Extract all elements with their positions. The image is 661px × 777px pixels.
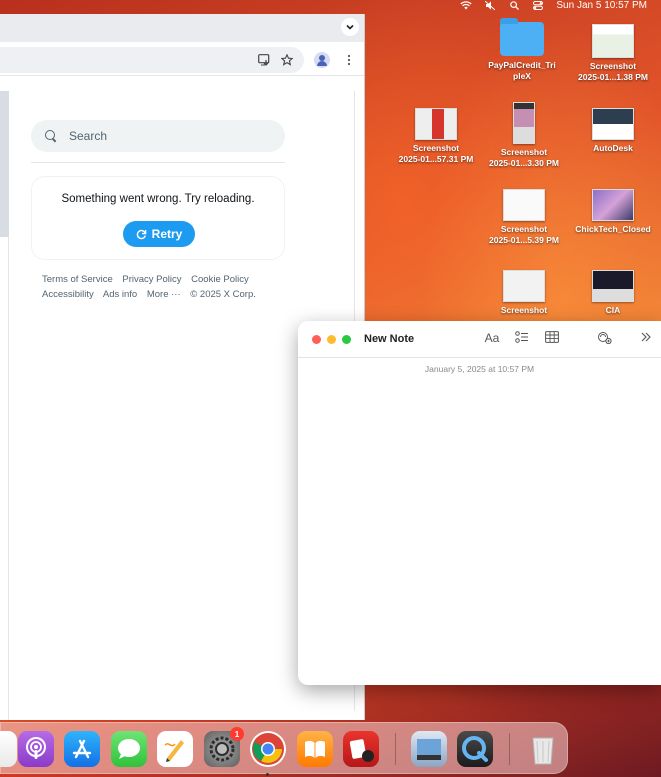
divider	[31, 162, 285, 163]
desktop-item-autodesk[interactable]: AutoDesk	[568, 108, 658, 154]
running-indicator	[266, 773, 269, 776]
note-date: January 5, 2025 at 10:57 PM	[424, 364, 535, 374]
dock-separator	[395, 733, 396, 765]
menubar-clock[interactable]: Sun Jan 5 10:57 PM	[556, 0, 647, 11]
browser-toolbar	[0, 42, 364, 76]
desktop-item-screenshot-5[interactable]: Screenshot	[479, 270, 569, 316]
desktop-item-cia[interactable]: CIA	[568, 270, 658, 316]
dock-separator	[509, 733, 510, 765]
photo-booth-icon[interactable]	[343, 731, 379, 767]
notification-badge: 1	[230, 727, 244, 741]
desktop-item-label: Screenshot	[500, 305, 548, 315]
control-center-icon[interactable]	[532, 1, 544, 11]
note-body[interactable]	[298, 381, 648, 681]
maximize-window-icon[interactable]	[342, 335, 351, 344]
retry-label: Retry	[151, 227, 183, 241]
desktop-item-screenshot-1[interactable]: Screenshot 2025-01...1.38 PM	[568, 24, 658, 83]
screenshot-thumbnail	[513, 102, 535, 144]
notes-toolbar: New Note Aa	[298, 321, 661, 358]
desktop-item-label: 2025-01...5.39 PM	[489, 235, 559, 245]
kebab-menu-icon[interactable]	[341, 52, 357, 68]
screenshot-thumbnail	[503, 270, 545, 302]
notes-window: New Note Aa January 5, 2025 at 10:57 PM	[298, 321, 661, 685]
checklist-icon[interactable]	[513, 331, 531, 347]
desktop-item-label: 2025-01...1.38 PM	[578, 72, 648, 82]
chevron-double-right-icon[interactable]	[637, 331, 655, 345]
screenshot-thumbnail	[592, 270, 634, 302]
collaborate-icon[interactable]	[595, 331, 613, 347]
chrome-icon[interactable]	[250, 731, 286, 767]
desktop-item-screenshot-2[interactable]: Screenshot 2025-01...57.31 PM	[391, 108, 481, 165]
app-store-icon[interactable]	[64, 731, 100, 767]
messages-icon[interactable]	[111, 731, 147, 767]
desktop-item-label: AutoDesk	[593, 143, 633, 153]
screenshot-thumbnail	[503, 189, 545, 221]
install-app-icon[interactable]	[256, 52, 272, 68]
screenshot-thumbnail	[592, 189, 634, 221]
main-column-edge	[0, 91, 9, 720]
books-icon[interactable]	[297, 731, 333, 767]
desktop-item-label: 2025-01...57.31 PM	[398, 154, 474, 164]
desktop-item-paypal-folder[interactable]: PayPalCredit_Tri pleX	[477, 18, 567, 82]
refresh-icon	[136, 229, 146, 239]
error-message: Something went wrong. Try reloading.	[61, 193, 255, 205]
main-column-placeholder	[0, 91, 9, 237]
desktop-item-screenshot-3[interactable]: Screenshot 2025-01...3.30 PM	[479, 102, 569, 169]
profile-avatar-icon[interactable]	[314, 52, 330, 68]
desktop-item-label: Screenshot	[500, 147, 548, 157]
desktop-item-label: Screenshot	[412, 143, 460, 153]
dock: 1	[0, 722, 568, 776]
screenshot-thumbnail	[415, 108, 457, 140]
table-icon[interactable]	[543, 331, 561, 346]
footer-link-privacy[interactable]: Privacy Policy	[122, 274, 181, 285]
note-title: New Note	[364, 333, 415, 345]
error-card: Something went wrong. Try reloading. Ret…	[31, 176, 285, 260]
freeform-icon[interactable]	[157, 731, 193, 767]
trash-icon[interactable]	[525, 731, 561, 767]
desktop-item-label: PayPalCredit_Tri	[488, 60, 556, 70]
desktop-item-label: Screenshot	[589, 61, 637, 71]
search-placeholder: Search	[69, 129, 108, 143]
minimize-window-icon[interactable]	[327, 335, 336, 344]
quicktime-icon[interactable]	[457, 731, 493, 767]
tab-search-chevron-icon[interactable]	[341, 18, 359, 36]
bookmark-star-icon[interactable]	[279, 52, 295, 68]
desktop-item-label: CIA	[605, 305, 621, 315]
footer-link-accessibility[interactable]: Accessibility	[42, 289, 94, 300]
podcasts-icon[interactable]	[18, 731, 54, 767]
desktop-item-label: pleX	[513, 71, 531, 81]
desktop-item-label: 2025-01...3.30 PM	[489, 158, 559, 168]
footer-copyright: © 2025 X Corp.	[190, 289, 256, 300]
format-text-icon[interactable]: Aa	[483, 331, 501, 345]
tab-strip	[0, 14, 364, 42]
footer-link-cookie[interactable]: Cookie Policy	[191, 274, 249, 285]
screenshot-thumbnail	[592, 108, 634, 140]
desktop-item-label: Screenshot	[500, 224, 548, 234]
retry-button[interactable]: Retry	[123, 221, 195, 247]
close-window-icon[interactable]	[312, 335, 321, 344]
footer-links: Terms of Service Privacy Policy Cookie P…	[42, 272, 282, 302]
footer-link-ads-info[interactable]: Ads info	[103, 289, 137, 300]
menu-bar: Sun Jan 5 10:57 PM	[0, 0, 661, 11]
spotlight-icon[interactable]	[508, 1, 520, 11]
wifi-icon[interactable]	[460, 1, 472, 11]
preview-icon[interactable]	[411, 731, 447, 767]
search-input[interactable]: Search	[31, 120, 285, 152]
footer-link-terms[interactable]: Terms of Service	[42, 274, 113, 285]
desktop-item-screenshot-4[interactable]: Screenshot 2025-01...5.39 PM	[479, 189, 569, 246]
desktop-item-chicktech[interactable]: ChickTech_Closed	[568, 189, 658, 235]
desktop-item-label: ChickTech_Closed	[575, 224, 651, 234]
system-settings-icon[interactable]: 1	[204, 727, 244, 767]
mute-icon[interactable]	[484, 1, 496, 11]
search-icon	[45, 130, 57, 142]
screenshot-thumbnail	[592, 24, 634, 58]
footer-link-more[interactable]: More ···	[147, 289, 181, 300]
dock-app-partial-icon[interactable]	[0, 731, 17, 767]
folder-icon	[500, 18, 544, 56]
